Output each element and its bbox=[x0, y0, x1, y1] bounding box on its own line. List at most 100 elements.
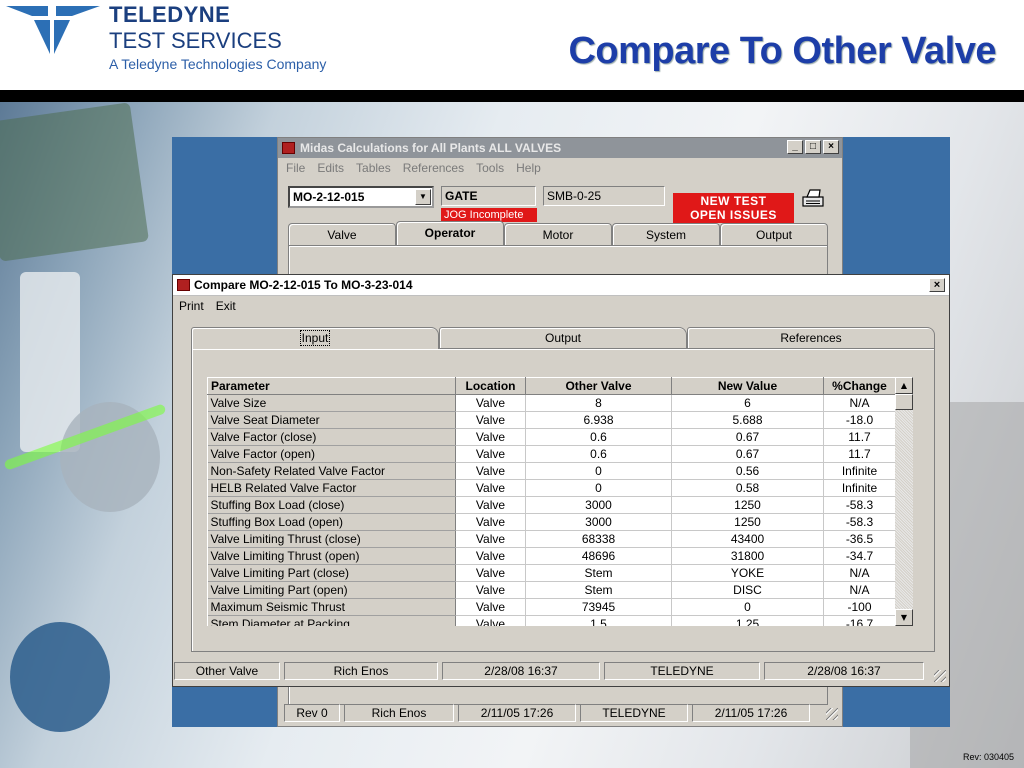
cell-parameter[interactable]: Stuffing Box Load (close) bbox=[207, 496, 456, 514]
chevron-down-icon[interactable]: ▼ bbox=[415, 189, 431, 205]
cell-new-value[interactable]: 31800 bbox=[671, 547, 824, 565]
midas-title-bar[interactable]: Midas Calculations for All Plants ALL VA… bbox=[278, 138, 842, 158]
cell-location[interactable]: Valve bbox=[455, 615, 526, 626]
cell-change[interactable]: -100 bbox=[823, 598, 896, 616]
cell-location[interactable]: Valve bbox=[455, 411, 526, 429]
table-row[interactable]: Maximum Seismic Thrust Valve 73945 0 -100 bbox=[207, 598, 896, 616]
cell-other-valve[interactable]: 1.5 bbox=[525, 615, 672, 626]
cell-change[interactable]: N/A bbox=[823, 394, 896, 412]
close-button[interactable]: × bbox=[929, 278, 945, 292]
maximize-button[interactable]: □ bbox=[805, 140, 821, 154]
cell-parameter[interactable]: HELB Related Valve Factor bbox=[207, 479, 456, 497]
cell-parameter[interactable]: Maximum Seismic Thrust bbox=[207, 598, 456, 616]
tab-valve[interactable]: Valve bbox=[288, 223, 396, 245]
tab-system[interactable]: System bbox=[612, 223, 720, 245]
tab-motor[interactable]: Motor bbox=[504, 223, 612, 245]
cell-location[interactable]: Valve bbox=[455, 496, 526, 514]
cell-other-valve[interactable]: 6.938 bbox=[525, 411, 672, 429]
cell-new-value[interactable]: 6 bbox=[671, 394, 824, 412]
menu-tables[interactable]: Tables bbox=[356, 158, 391, 178]
cell-other-valve[interactable]: 48696 bbox=[525, 547, 672, 565]
cell-other-valve[interactable]: 0.6 bbox=[525, 428, 672, 446]
cell-change[interactable]: N/A bbox=[823, 581, 896, 599]
cell-change[interactable]: -36.5 bbox=[823, 530, 896, 548]
minimize-button[interactable]: _ bbox=[787, 140, 803, 154]
cell-other-valve[interactable]: 8 bbox=[525, 394, 672, 412]
table-row[interactable]: Valve Limiting Thrust (close) Valve 68338 4… bbox=[207, 530, 896, 548]
table-row[interactable]: Valve Limiting Thrust (open) Valve 48696 31… bbox=[207, 547, 896, 565]
cell-parameter[interactable]: Valve Factor (open) bbox=[207, 445, 456, 463]
cell-new-value[interactable]: 43400 bbox=[671, 530, 824, 548]
cell-new-value[interactable]: 1250 bbox=[671, 513, 824, 531]
cell-change[interactable]: 11.7 bbox=[823, 445, 896, 463]
cell-other-valve[interactable]: 0 bbox=[525, 479, 672, 497]
cell-new-value[interactable]: 0.56 bbox=[671, 462, 824, 480]
cell-new-value[interactable]: 0.67 bbox=[671, 445, 824, 463]
cell-parameter[interactable]: Valve Limiting Thrust (open) bbox=[207, 547, 456, 565]
cell-change[interactable]: -18.0 bbox=[823, 411, 896, 429]
table-row[interactable]: Stem Diameter at Packing Valve 1.5 1.25 -16.… bbox=[207, 615, 896, 626]
cell-location[interactable]: Valve bbox=[455, 513, 526, 531]
cell-parameter[interactable]: Valve Limiting Part (close) bbox=[207, 564, 456, 582]
cell-other-valve[interactable]: Stem bbox=[525, 564, 672, 582]
cell-other-valve[interactable]: 73945 bbox=[525, 598, 672, 616]
cell-location[interactable]: Valve bbox=[455, 564, 526, 582]
scroll-down-icon[interactable]: ▼ bbox=[895, 609, 913, 626]
vertical-scrollbar[interactable]: ▲ ▼ bbox=[895, 377, 913, 626]
cell-parameter[interactable]: Valve Limiting Thrust (close) bbox=[207, 530, 456, 548]
cell-change[interactable]: 11.7 bbox=[823, 428, 896, 446]
cell-other-valve[interactable]: 0 bbox=[525, 462, 672, 480]
column-header-other-valve[interactable]: Other Valve bbox=[525, 377, 672, 395]
valve-id-select[interactable]: MO-2-12-015 ▼ bbox=[288, 186, 434, 208]
table-row[interactable]: Stuffing Box Load (close) Valve 3000 1250 -5… bbox=[207, 496, 896, 514]
cell-change[interactable]: N/A bbox=[823, 564, 896, 582]
table-row[interactable]: Valve Factor (close) Valve 0.6 0.67 11.7 bbox=[207, 428, 896, 446]
cell-location[interactable]: Valve bbox=[455, 428, 526, 446]
new-test-alert-button[interactable]: NEW TEST OPEN ISSUES bbox=[673, 193, 794, 223]
cell-parameter[interactable]: Stuffing Box Load (open) bbox=[207, 513, 456, 531]
scroll-up-icon[interactable]: ▲ bbox=[895, 377, 913, 394]
cell-parameter[interactable]: Valve Limiting Part (open) bbox=[207, 581, 456, 599]
cell-new-value[interactable]: 1250 bbox=[671, 496, 824, 514]
compare-title-bar[interactable]: Compare MO-2-12-015 To MO-3-23-014 × bbox=[173, 275, 949, 296]
tab-output[interactable]: Output bbox=[439, 327, 687, 349]
column-header-new-value[interactable]: New Value bbox=[671, 377, 824, 395]
cell-new-value[interactable]: 0.67 bbox=[671, 428, 824, 446]
cell-parameter[interactable]: Valve Factor (close) bbox=[207, 428, 456, 446]
cell-parameter[interactable]: Stem Diameter at Packing bbox=[207, 615, 456, 626]
tab-output[interactable]: Output bbox=[720, 223, 828, 245]
resize-grip[interactable] bbox=[826, 708, 838, 720]
cell-location[interactable]: Valve bbox=[455, 462, 526, 480]
cell-parameter[interactable]: Valve Size bbox=[207, 394, 456, 412]
cell-new-value[interactable]: 0.58 bbox=[671, 479, 824, 497]
table-row[interactable]: Stuffing Box Load (open) Valve 3000 1250 -58… bbox=[207, 513, 896, 531]
cell-change[interactable]: Infinite bbox=[823, 462, 896, 480]
cell-location[interactable]: Valve bbox=[455, 598, 526, 616]
scroll-thumb[interactable] bbox=[895, 394, 913, 410]
cell-location[interactable]: Valve bbox=[455, 530, 526, 548]
cell-new-value[interactable]: 5.688 bbox=[671, 411, 824, 429]
tab-operator[interactable]: Operator bbox=[396, 221, 504, 245]
cell-other-valve[interactable]: 0.6 bbox=[525, 445, 672, 463]
cell-other-valve[interactable]: Stem bbox=[525, 581, 672, 599]
cell-parameter[interactable]: Non-Safety Related Valve Factor bbox=[207, 462, 456, 480]
cell-change[interactable]: -58.3 bbox=[823, 513, 896, 531]
column-header-location[interactable]: Location bbox=[455, 377, 526, 395]
cell-other-valve[interactable]: 3000 bbox=[525, 496, 672, 514]
cell-location[interactable]: Valve bbox=[455, 445, 526, 463]
cell-other-valve[interactable]: 3000 bbox=[525, 513, 672, 531]
table-row[interactable]: Non-Safety Related Valve Factor Valve 0 0.5… bbox=[207, 462, 896, 480]
cell-new-value[interactable]: DISC bbox=[671, 581, 824, 599]
cell-change[interactable]: Infinite bbox=[823, 479, 896, 497]
tab-references[interactable]: References bbox=[687, 327, 935, 349]
cell-other-valve[interactable]: 68338 bbox=[525, 530, 672, 548]
menu-references[interactable]: References bbox=[403, 158, 464, 178]
menu-print[interactable]: Print bbox=[179, 296, 204, 316]
menu-help[interactable]: Help bbox=[516, 158, 541, 178]
cell-new-value[interactable]: 0 bbox=[671, 598, 824, 616]
column-header-change[interactable]: %Change bbox=[823, 377, 896, 395]
menu-file[interactable]: File bbox=[286, 158, 305, 178]
tab-input[interactable]: Input bbox=[191, 327, 439, 349]
resize-grip[interactable] bbox=[934, 670, 946, 682]
cell-change[interactable]: -58.3 bbox=[823, 496, 896, 514]
